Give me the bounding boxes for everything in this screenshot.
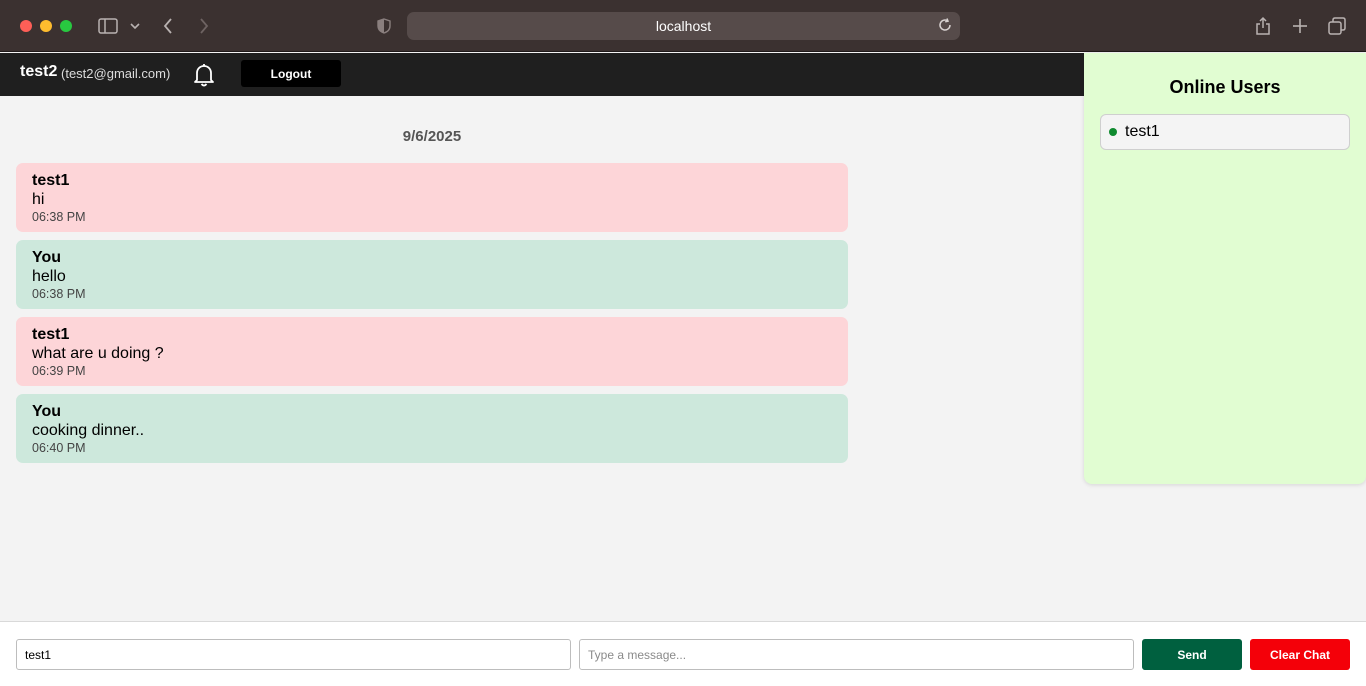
minimize-window-button[interactable]	[40, 20, 52, 32]
logout-button[interactable]: Logout	[241, 60, 341, 87]
tab-overview-icon[interactable]	[1326, 14, 1348, 38]
online-status-dot-icon	[1109, 128, 1117, 136]
message-text: hello	[32, 268, 66, 285]
new-tab-icon[interactable]	[1290, 14, 1310, 38]
chat-message: You cooking dinner.. 06:40 PM	[16, 394, 848, 463]
online-user-name: test1	[1125, 123, 1160, 140]
online-user-item[interactable]: test1	[1100, 114, 1350, 150]
close-window-button[interactable]	[20, 20, 32, 32]
message-text: cooking dinner..	[32, 422, 145, 439]
zoom-window-button[interactable]	[60, 20, 72, 32]
chat-message: You hello 06:38 PM	[16, 240, 848, 309]
reload-icon[interactable]	[938, 18, 952, 37]
message-sender: You	[32, 403, 62, 420]
sidebar-toggle-icon[interactable]	[96, 14, 120, 38]
online-users-title: Online Users	[1169, 77, 1281, 97]
address-bar[interactable]: localhost	[407, 12, 960, 40]
message-sender: test1	[32, 326, 70, 343]
message-composer: Send Clear Chat	[0, 621, 1366, 686]
forward-arrow-icon[interactable]	[194, 14, 214, 38]
online-users-panel: Online Users test1	[1084, 53, 1366, 484]
chevron-down-icon[interactable]	[128, 14, 142, 38]
chat-message: test1 what are u doing ? 06:39 PM	[16, 317, 848, 386]
message-time: 06:39 PM	[32, 364, 86, 378]
message-text: hi	[32, 191, 45, 208]
address-bar-url: localhost	[655, 18, 712, 34]
chat-message: test1 hi 06:38 PM	[16, 163, 848, 232]
current-user-email: (test2@gmail.com)	[61, 66, 171, 81]
shield-icon[interactable]	[374, 14, 394, 38]
message-time: 06:40 PM	[32, 441, 86, 455]
notification-bell-icon[interactable]	[192, 62, 216, 88]
browser-toolbar: localhost	[0, 0, 1366, 52]
message-sender: You	[32, 249, 62, 266]
clear-chat-button[interactable]: Clear Chat	[1250, 639, 1350, 670]
message-text: what are u doing ?	[32, 345, 164, 362]
chat-date-separator: 9/6/2025	[402, 128, 462, 145]
send-button[interactable]: Send	[1142, 639, 1242, 670]
share-icon[interactable]	[1252, 14, 1274, 38]
message-sender: test1	[32, 172, 70, 189]
current-user-name: test2	[20, 63, 58, 80]
recipient-input[interactable]	[16, 639, 571, 670]
message-input[interactable]	[579, 639, 1134, 670]
message-time: 06:38 PM	[32, 287, 86, 301]
back-arrow-icon[interactable]	[158, 14, 178, 38]
message-time: 06:38 PM	[32, 210, 86, 224]
